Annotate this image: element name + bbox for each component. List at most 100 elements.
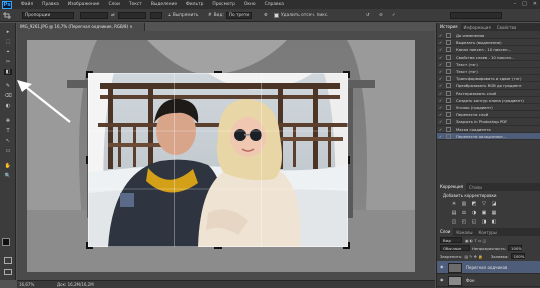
menu-file[interactable]: Файл [21,2,33,7]
crop-area-photo[interactable] [88,73,348,247]
eraser-tool-icon[interactable]: ⌫ [4,93,12,99]
overlay-view[interactable]: # Вид: По трети [208,12,252,19]
width-field[interactable] [80,12,108,19]
screen-mode-icon[interactable] [4,269,12,275]
tab-history[interactable]: История [437,23,461,31]
levels-icon[interactable]: ▥ [461,201,467,207]
history-item[interactable]: ✓ Текст (тэг) [437,68,540,76]
exposure-icon[interactable]: ▽ [481,201,487,207]
history-item[interactable]: ✓ Вырезать (выделение) [437,39,540,47]
crop-handle-top-right[interactable] [343,71,350,78]
height-field[interactable] [118,12,146,19]
menu-layers[interactable]: Слои [108,2,119,7]
reset-icon[interactable]: ↺ [366,12,370,19]
blend-mode-select[interactable]: Обычные [440,245,470,251]
history-item[interactable]: ✓ Текст (тэг) [437,61,540,68]
brush-tool-icon[interactable]: ✎ [4,83,12,89]
menu-image[interactable]: Изображение [68,2,100,7]
document-tab[interactable]: IMG_9261.JPG @ 16,7% (Перегнал оодчикие,… [17,23,145,31]
history-item[interactable]: ✓ Перенести оолодчнике... [437,132,540,140]
crop-handle-top[interactable] [214,71,222,73]
fill-field[interactable]: 100% [510,253,525,259]
brightness-icon[interactable]: ☀ [451,201,457,207]
vibrance-icon[interactable]: ◪ [491,201,497,207]
crop-handle-right[interactable] [348,156,350,164]
crop-handle-bottom[interactable] [214,247,222,249]
posterize-icon[interactable]: ◰ [461,219,467,225]
workspace-select[interactable] [450,12,502,19]
minimize-button[interactable]: – [514,1,517,7]
menu-view[interactable]: Просмотр [212,2,235,7]
commit-crop-icon[interactable]: ✓ [392,12,396,19]
move-tool-icon[interactable]: ▸ [4,29,12,35]
menu-select[interactable]: Выделение [151,2,177,7]
crop-handle-bottom-right[interactable] [343,242,350,249]
eye-icon[interactable]: ◉ [440,265,445,269]
history-item[interactable]: ✓ Растеризовать слой [437,90,540,97]
history-item[interactable]: ✓ Преобразовать RGB до градиент [437,82,540,90]
channel-mixer-icon[interactable]: ▦ [491,210,497,216]
tab-info[interactable]: Информация [461,25,494,30]
quick-mask-icon[interactable] [4,257,12,264]
lasso-tool-icon[interactable]: ⌖ [4,49,12,55]
lock-icons[interactable]: ▨ ✎ ✥ 🔒 [464,254,482,259]
tab-properties[interactable]: Свойства [494,25,520,30]
shape-tool-icon[interactable]: ▭ [4,148,12,154]
history-item[interactable]: ✓ Создать контур клипа (градиент) [437,97,540,104]
delete-pixels-checkbox[interactable]: Удалить отсеч. пикс. [274,12,329,19]
hand-tool-icon[interactable]: ✋ [4,163,12,169]
marquee-tool-icon[interactable]: ⬚ [4,39,12,45]
gradient-map-icon[interactable]: ◨ [481,219,487,225]
history-item[interactable]: ✓ Маска градиента [437,126,540,133]
color-balance-icon[interactable]: ⚖ [461,210,467,216]
settings-gear-icon[interactable]: ⚙ [264,12,268,19]
tab-paths[interactable]: Контуры [475,230,499,235]
menu-filter[interactable]: Фильтр [186,2,203,7]
path-select-tool-icon[interactable]: ↖ [4,138,12,144]
crop-handle-top-left[interactable] [86,71,93,78]
cancel-crop-icon[interactable]: ⊘ [379,12,383,19]
eye-icon[interactable]: ◉ [440,278,445,282]
invert-icon[interactable]: ◫ [451,219,457,225]
layer-kind-select[interactable]: Вид [440,237,462,243]
quick-select-tool-icon[interactable]: ✂ [4,59,12,65]
dodge-tool-icon[interactable]: ◐ [4,103,12,109]
selective-color-icon[interactable]: ◧ [491,219,497,225]
history-item[interactable]: ✓ Канал пиксел - 10 пиксел... [437,46,540,54]
crop-tool-icon-active[interactable]: ◧ [4,69,12,75]
crop-handle-left[interactable] [86,156,88,164]
zoom-level[interactable]: 16,67% [19,281,34,288]
layer-row[interactable]: ◉ Фон [437,274,540,287]
close-window-button[interactable]: ✕ [533,1,537,7]
clear-button[interactable] [150,12,162,19]
history-item[interactable]: ✓ До изменения [437,32,540,40]
curves-icon[interactable]: ◩ [471,201,477,207]
tab-layers[interactable]: Слои [437,228,454,236]
black-white-icon[interactable]: ◑ [471,210,477,216]
history-item[interactable]: ✓ Перенести слой [437,111,540,119]
tab-channels[interactable]: Каналы [453,230,475,235]
ratio-select[interactable]: Пропорции [22,12,74,19]
menu-window[interactable]: Окно [244,2,256,7]
history-item[interactable]: ✓ Уголок (градиент) [437,104,540,112]
zoom-tool-icon[interactable]: 🔍 [4,173,12,179]
history-item[interactable]: ✓ Закрыть in Photoshop PDF [437,118,540,126]
layer-row[interactable]: ◉ Перегнал оодчиков [437,261,540,274]
straighten-button[interactable]: ⟂ Выпрямить [168,12,198,19]
crop-handle-bottom-left[interactable] [86,242,93,249]
view-select[interactable]: По трети [225,12,252,19]
history-item[interactable]: ✓ Свойства слоев - 10 пиксел... [437,54,540,61]
tab-styles[interactable]: Стили [466,185,485,190]
menu-edit[interactable]: Правка [42,2,59,7]
tab-adjustments[interactable]: Коррекция [437,183,466,191]
foreground-color-swatch[interactable] [2,238,10,246]
maximize-button[interactable]: □ [522,1,527,7]
photo-filter-icon[interactable]: ▣ [481,210,487,216]
menu-type[interactable]: Текст [129,2,142,7]
menu-help[interactable]: Справка [265,2,284,7]
history-item[interactable]: ✓ Трансформировать и сдвиг (тэг) [437,75,540,83]
threshold-icon[interactable]: ◱ [471,219,477,225]
pen-tool-icon[interactable]: ✥ [4,118,12,124]
type-tool-icon[interactable]: T [4,128,12,134]
swap-icon[interactable]: ⇄ [111,12,115,19]
